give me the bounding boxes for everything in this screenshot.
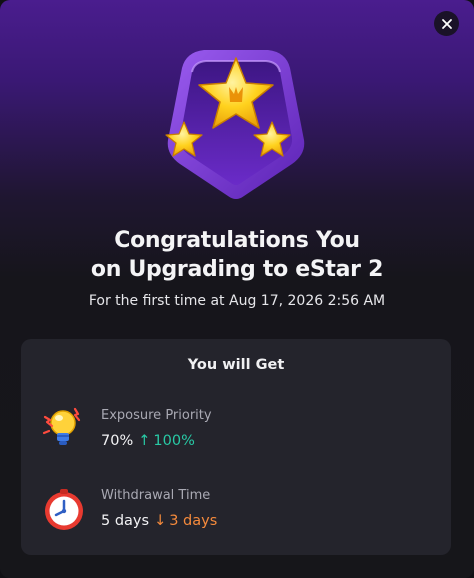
lightbulb-icon <box>42 407 81 445</box>
benefit-values-withdrawal-time: 5 days ↓ 3 days <box>101 513 217 529</box>
arrow-up-icon: ↑ <box>138 433 151 449</box>
benefit-from-value: 5 days <box>101 513 150 529</box>
congratulations-title: Congratulations You on Upgrading to eSta… <box>0 226 474 284</box>
upgrade-timestamp: For the first time at Aug 17, 2026 2:56 … <box>88 293 386 309</box>
clock-icon <box>45 489 83 530</box>
title-line-2: on Upgrading to eStar 2 <box>90 257 384 282</box>
benefit-from-value: 70% <box>101 433 134 449</box>
estar-shield-badge-icon <box>165 50 305 199</box>
close-icon <box>441 18 452 29</box>
benefit-to-value: 3 days <box>169 513 218 529</box>
benefit-label-withdrawal-time: Withdrawal Time <box>101 488 211 503</box>
title-line-1: Congratulations You <box>114 228 360 253</box>
close-button[interactable] <box>434 11 459 36</box>
benefits-card: You will Get Exposure Priority 70% ↑ 100% … <box>21 339 451 555</box>
upgrade-congratulations-dialog: Congratulations You on Upgrading to eSta… <box>0 0 474 578</box>
arrow-down-icon: ↓ <box>154 513 167 529</box>
benefit-to-value: 100% <box>153 433 195 449</box>
benefit-label-exposure-priority: Exposure Priority <box>101 408 212 423</box>
benefit-values-exposure-priority: 70% ↑ 100% <box>101 433 195 449</box>
benefits-card-title: You will Get <box>187 357 285 373</box>
